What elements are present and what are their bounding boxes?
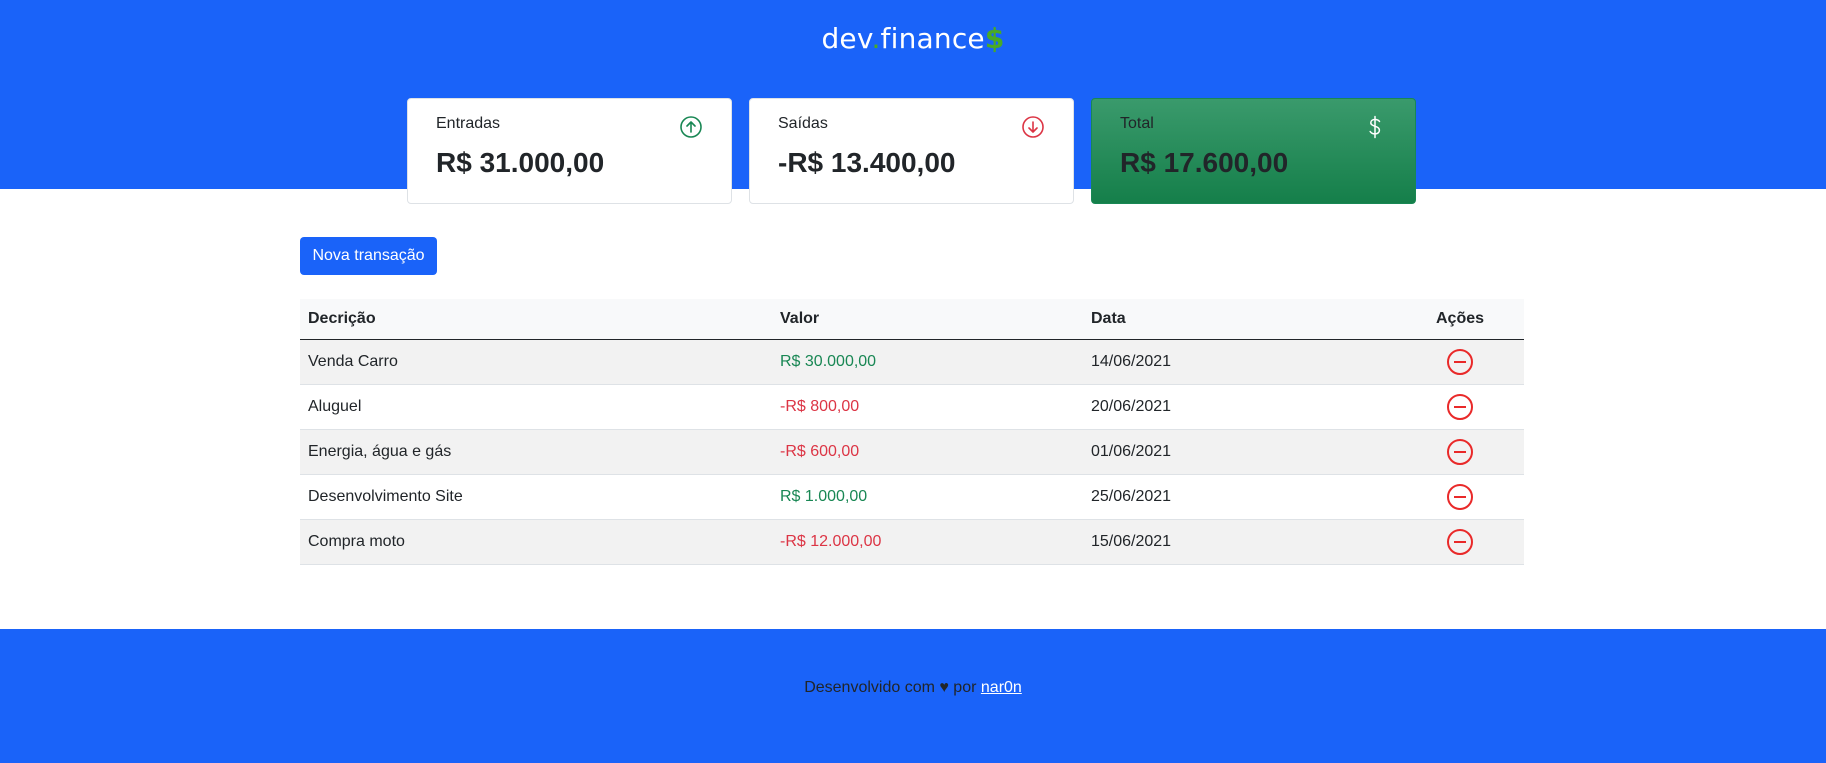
table-row: Compra moto -R$ 12.000,00 15/06/2021 xyxy=(300,519,1524,565)
cell-value: -R$ 800,00 xyxy=(772,384,1083,430)
remove-icon[interactable] xyxy=(1446,528,1474,556)
cell-value: R$ 1.000,00 xyxy=(772,474,1083,520)
logo-dot: . xyxy=(871,22,881,55)
remove-icon[interactable] xyxy=(1446,483,1474,511)
header-date: Data xyxy=(1083,299,1396,340)
total-card: Total R$ 17.600,00 xyxy=(1091,98,1416,204)
cell-description: Compra moto xyxy=(300,519,772,565)
cell-value: -R$ 12.000,00 xyxy=(772,519,1083,565)
logo-dev: dev xyxy=(821,22,872,55)
footer-credit: Desenvolvido com ♥ por nar0n xyxy=(0,679,1826,697)
footer-text: Desenvolvido com ♥ por xyxy=(804,679,977,696)
logo-dollar: $ xyxy=(984,22,1005,55)
expense-card: Saídas -R$ 13.400,00 xyxy=(749,98,1074,204)
income-card-value: R$ 31.000,00 xyxy=(436,147,605,178)
table-row: Desenvolvimento Site R$ 1.000,00 25/06/2… xyxy=(300,474,1524,520)
header-actions: Ações xyxy=(1396,299,1524,340)
expense-card-value: -R$ 13.400,00 xyxy=(778,147,956,178)
cell-date: 15/06/2021 xyxy=(1083,519,1396,565)
expense-card-label: Saídas xyxy=(778,115,828,132)
cell-actions xyxy=(1396,429,1524,475)
total-card-value: R$ 17.600,00 xyxy=(1120,147,1289,178)
table-header-row: Decrição Valor Data Ações xyxy=(300,299,1524,340)
total-card-label: Total xyxy=(1120,115,1154,132)
cell-date: 25/06/2021 xyxy=(1083,474,1396,520)
cell-actions xyxy=(1396,519,1524,565)
income-card-label: Entradas xyxy=(436,115,501,132)
cell-actions xyxy=(1396,474,1524,520)
header-description: Decrição xyxy=(300,299,772,340)
cell-description: Aluguel xyxy=(300,384,772,430)
arrow-up-circle-icon xyxy=(680,116,702,138)
cell-description: Venda Carro xyxy=(300,339,772,385)
footer-author-link[interactable]: nar0n xyxy=(981,679,1022,696)
new-transaction-button[interactable]: Nova transação xyxy=(300,237,437,275)
cell-description: Desenvolvimento Site xyxy=(300,474,772,520)
cell-date: 01/06/2021 xyxy=(1083,429,1396,475)
cell-date: 14/06/2021 xyxy=(1083,339,1396,385)
cell-value: -R$ 600,00 xyxy=(772,429,1083,475)
header-value: Valor xyxy=(772,299,1083,340)
footer: Desenvolvido com ♥ por nar0n xyxy=(0,629,1826,763)
dollar-icon xyxy=(1369,115,1381,139)
cell-actions xyxy=(1396,384,1524,430)
table-row: Energia, água e gás -R$ 600,00 01/06/202… xyxy=(300,429,1524,475)
logo-finance: finance xyxy=(880,22,985,55)
table-row: Venda Carro R$ 30.000,00 14/06/2021 xyxy=(300,339,1524,385)
remove-icon[interactable] xyxy=(1446,393,1474,421)
cell-actions xyxy=(1396,339,1524,385)
cell-value: R$ 30.000,00 xyxy=(772,339,1083,385)
remove-icon[interactable] xyxy=(1446,438,1474,466)
transactions-table: Decrição Valor Data Ações Venda Carro R$… xyxy=(300,299,1524,565)
cell-date: 20/06/2021 xyxy=(1083,384,1396,430)
remove-icon[interactable] xyxy=(1446,348,1474,376)
arrow-down-circle-icon xyxy=(1022,116,1044,138)
table-row: Aluguel -R$ 800,00 20/06/2021 xyxy=(300,384,1524,430)
logo: dev.finance$ xyxy=(0,22,1826,55)
income-card: Entradas R$ 31.000,00 xyxy=(407,98,732,204)
cell-description: Energia, água e gás xyxy=(300,429,772,475)
